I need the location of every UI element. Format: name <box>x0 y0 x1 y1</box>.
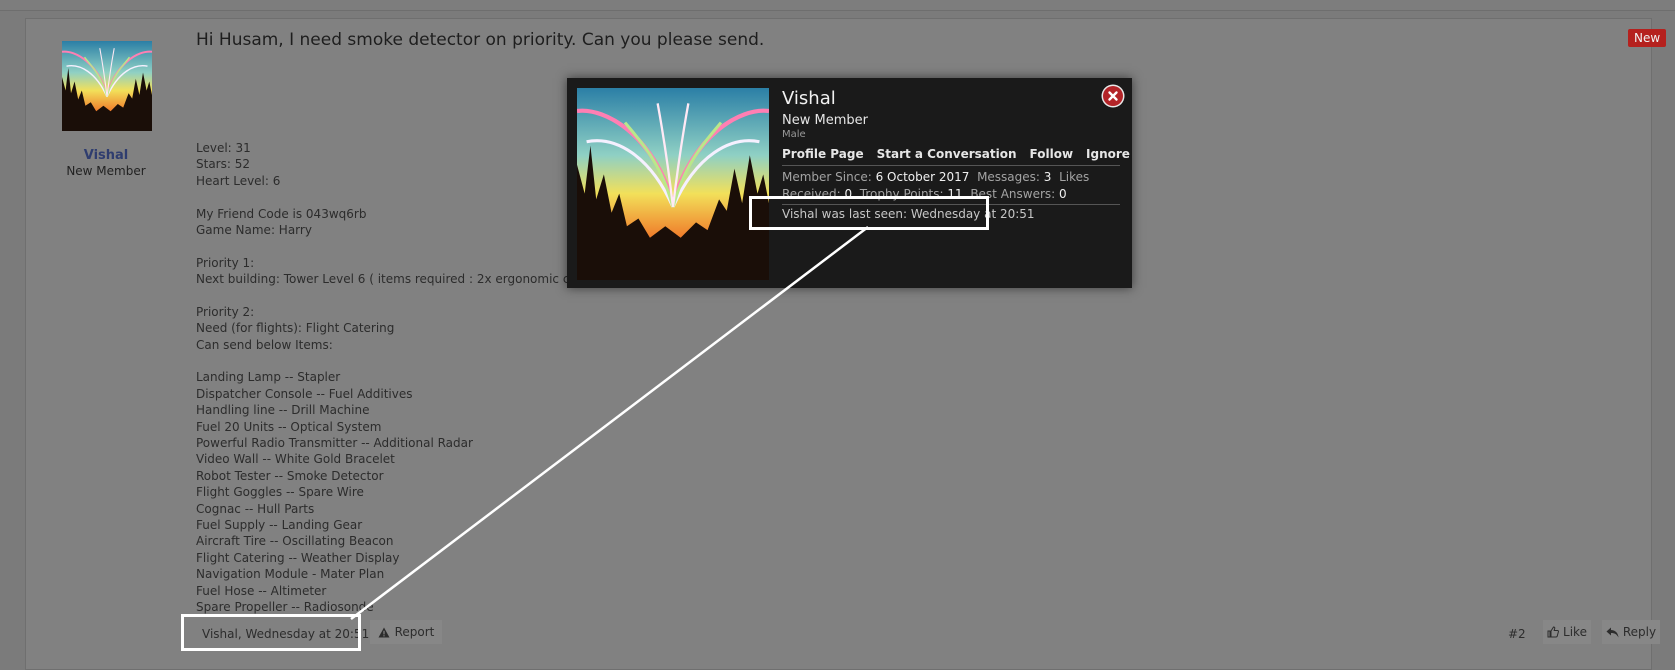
follow-link[interactable]: Follow <box>1030 147 1074 165</box>
member-card-name[interactable]: Vishal <box>782 88 836 109</box>
user-info-column: Vishal New Member <box>25 18 187 198</box>
post-body-line: Cognac -- Hull Parts <box>196 501 315 516</box>
post-body-line: Flight Goggles -- Spare Wire <box>196 485 364 500</box>
post-body-line: Spare Propeller -- Radiosonde <box>196 599 374 614</box>
close-icon <box>1108 91 1118 101</box>
member-card-close-button[interactable] <box>1103 86 1123 106</box>
best-answers-value: 0 <box>1059 186 1067 201</box>
post-body-line: Priority 1: <box>196 255 255 270</box>
post-body-line: Aircraft Tire -- Oscillating Beacon <box>196 534 394 549</box>
member-card-popup: Vishal New Member Male Profile Page Star… <box>567 78 1132 288</box>
reply-button[interactable]: Reply <box>1602 620 1660 644</box>
post-body: Level: 31 Stars: 52 Heart Level: 6 My Frien… <box>196 140 615 615</box>
post-body-line: Can send below Items: <box>196 337 333 352</box>
member-card-gender: Male <box>782 129 806 140</box>
member-since-label: Member Since: <box>782 170 872 184</box>
messages-label: Messages: <box>977 170 1040 184</box>
author-name-link[interactable]: Vishal <box>25 148 187 163</box>
member-card-links: Profile Page Start a Conversation Follow… <box>782 147 1130 166</box>
post-body-line: Heart Level: 6 <box>196 173 281 188</box>
post-body-line: Level: 31 <box>196 141 251 155</box>
author-title: New Member <box>66 164 146 178</box>
like-button[interactable]: Like <box>1543 620 1591 644</box>
post-body-line <box>196 353 615 369</box>
post-body-line: Game Name: Harry <box>196 222 312 237</box>
report-label: Report <box>394 625 435 639</box>
member-card-avatar[interactable] <box>577 88 769 280</box>
post-body-line: Flight Catering -- Weather Display <box>196 550 400 565</box>
top-divider <box>0 0 1675 11</box>
profile-page-link[interactable]: Profile Page <box>782 147 864 165</box>
post-body-line: Video Wall -- White Gold Bracelet <box>196 452 395 467</box>
post-body-line: Navigation Module - Mater Plan <box>196 567 385 582</box>
start-conversation-link[interactable]: Start a Conversation <box>877 147 1017 165</box>
post-body-line: My Friend Code is 043wq6rb <box>196 206 367 221</box>
post-body-line <box>196 238 615 254</box>
post-body-line: Priority 2: <box>196 304 255 319</box>
member-card-title: New Member <box>782 113 868 128</box>
ignore-link[interactable]: Ignore <box>1086 147 1130 165</box>
highlight-box-post-date <box>181 614 361 651</box>
post-body-line <box>196 189 615 205</box>
post-body-line: Powerful Radio Transmitter -- Additional… <box>196 436 473 451</box>
member-since-value: 6 October 2017 <box>875 170 970 184</box>
warning-icon <box>378 627 390 637</box>
report-button[interactable]: Report <box>370 620 442 644</box>
reply-icon <box>1606 627 1619 637</box>
post-body-line: Stars: 52 <box>196 157 250 172</box>
post-body-line: Fuel Supply -- Landing Gear <box>196 517 363 532</box>
post-body-line: Fuel Hose -- Altimeter <box>196 583 327 598</box>
reply-label: Reply <box>1622 625 1657 639</box>
post-body-line: Next building: Tower Level 6 ( items req… <box>196 272 616 287</box>
like-label: Like <box>1563 625 1587 639</box>
author-avatar[interactable] <box>62 41 152 131</box>
post-body-line: Landing Lamp -- Stapler <box>196 370 341 385</box>
post-number-link[interactable]: #2 <box>1508 627 1526 641</box>
new-badge: New <box>1628 29 1667 47</box>
post-body-line <box>196 288 615 304</box>
messages-value[interactable]: 3 <box>1044 170 1052 184</box>
post-body-line: Dispatcher Console -- Fuel Additives <box>196 386 413 401</box>
post-body-line: Need (for flights): Flight Catering <box>196 321 395 336</box>
post-title: Hi Husam, I need smoke detector on prior… <box>196 30 765 50</box>
thumbs-up-icon <box>1547 626 1559 638</box>
likes-label: Likes <box>1059 170 1090 184</box>
highlight-box-last-seen <box>749 196 989 230</box>
post-body-line: Robot Tester -- Smoke Detector <box>196 468 384 483</box>
post-body-line: Fuel 20 Units -- Optical System <box>196 419 382 434</box>
post-body-line: Handling line -- Drill Machine <box>196 403 370 418</box>
